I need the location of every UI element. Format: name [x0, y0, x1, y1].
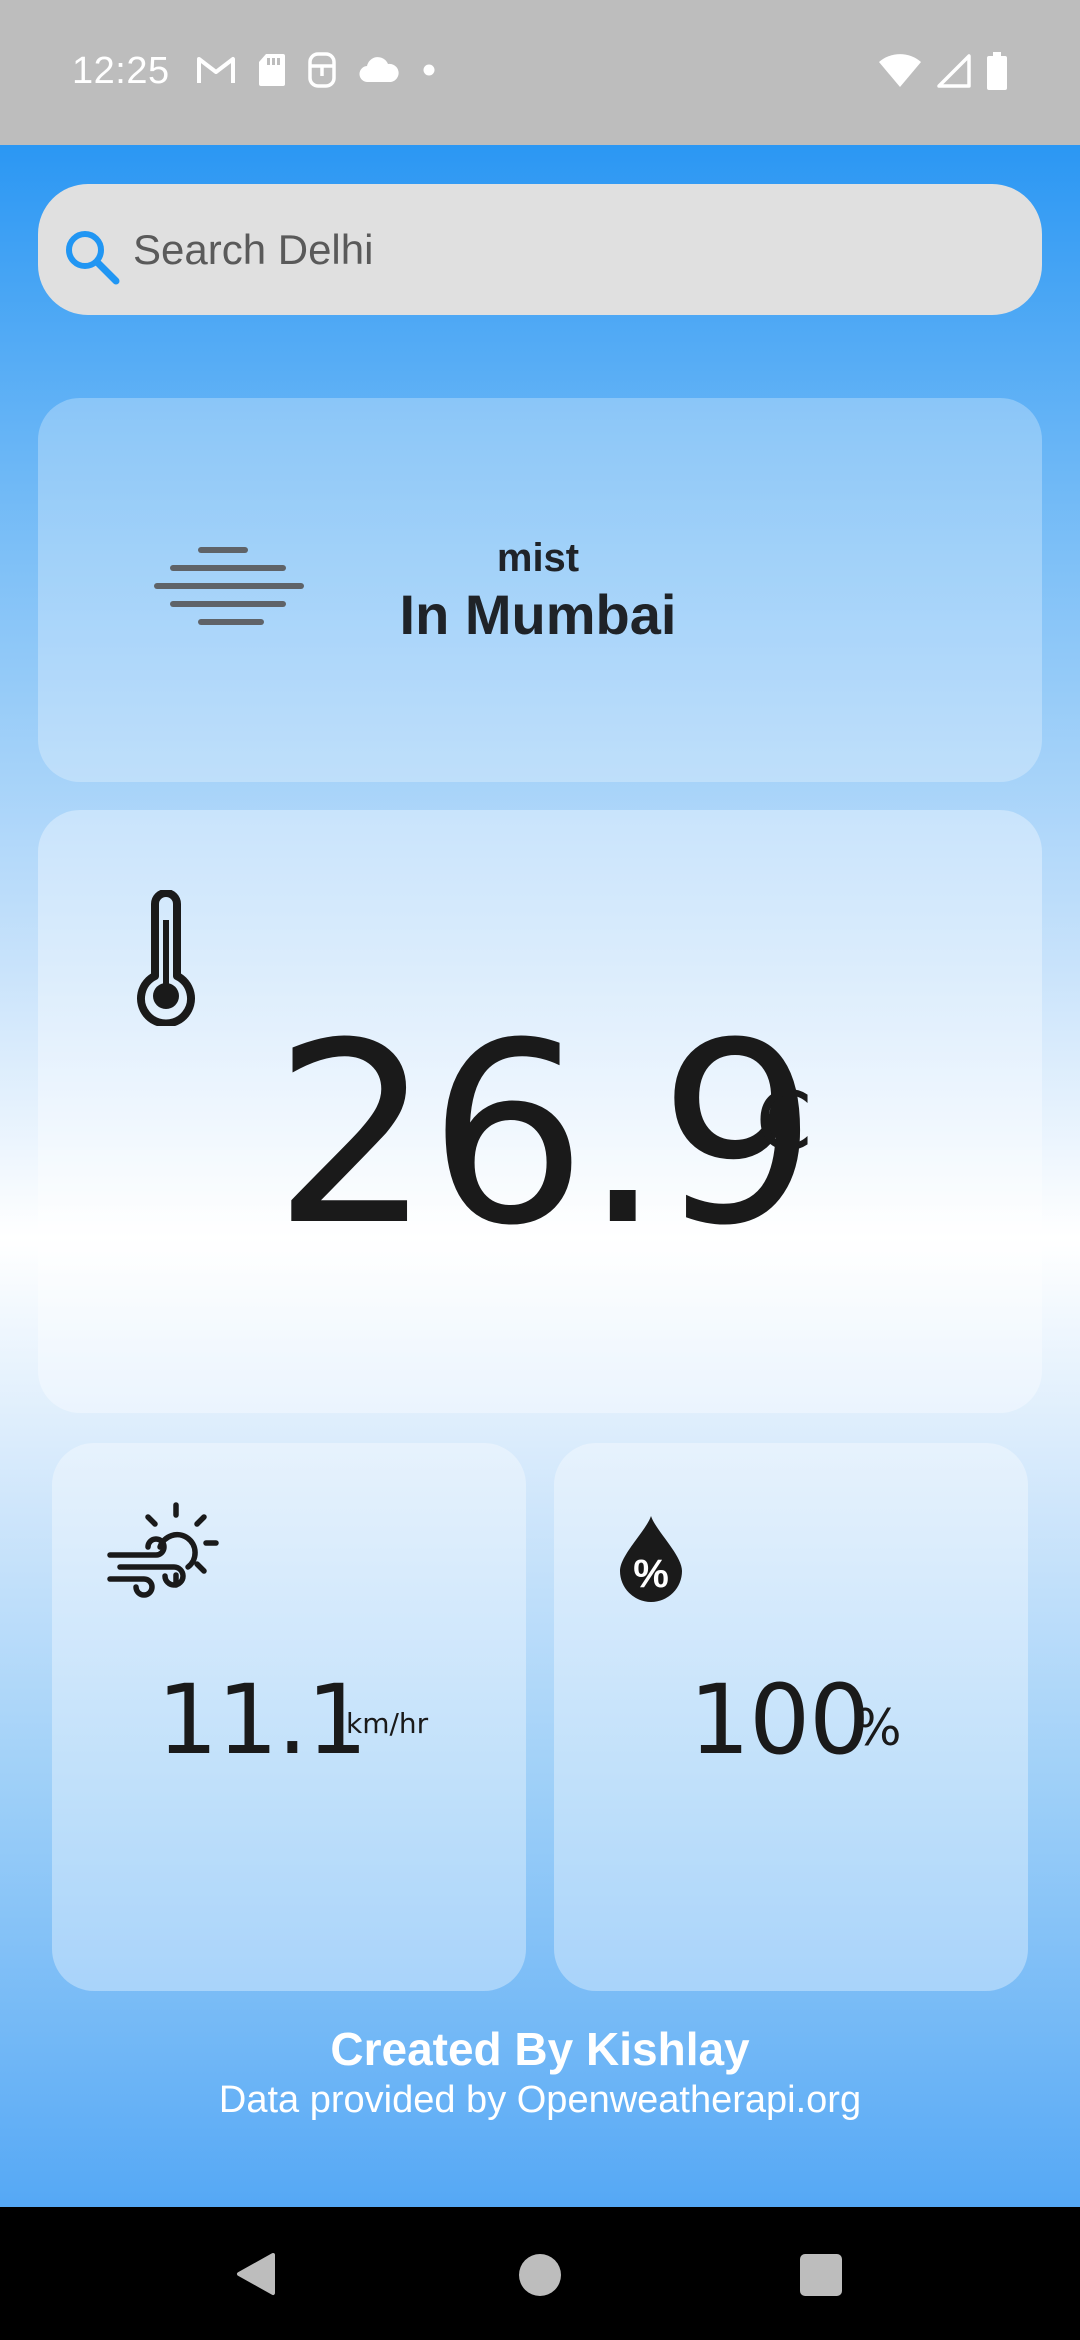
footer-credit: Created By Kishlay [330, 2023, 750, 2075]
search-bar[interactable] [38, 184, 1042, 315]
cloud-icon [359, 57, 399, 83]
mist-icon [154, 547, 304, 625]
navigation-bar [0, 2207, 1080, 2340]
cell-signal-icon [937, 54, 971, 88]
search-input[interactable] [133, 212, 993, 288]
recents-button[interactable] [800, 2254, 842, 2296]
wind-speed-value: 11.1 [157, 1664, 368, 1776]
condition-text: mist In Mumbai [373, 535, 703, 647]
security-icon [308, 52, 336, 88]
condition-location: In Mumbai [399, 583, 677, 646]
back-icon[interactable] [233, 2251, 279, 2297]
notification-icons [196, 52, 436, 88]
condition-card: mist In Mumbai [38, 398, 1042, 782]
humidity-drop-icon: % [620, 1516, 682, 1602]
status-time: 12:25 [72, 50, 170, 92]
humidity-unit: % [854, 1699, 902, 1757]
svg-text:%: % [633, 1552, 669, 1596]
temperature-unit: C [756, 1075, 812, 1168]
footer-data-source: Data provided by Openweatherapi.org [218, 2079, 862, 2121]
dot-icon [423, 64, 435, 76]
wind-sun-icon [107, 1502, 219, 1598]
weather-app: mist In Mumbai 26.9 C [0, 145, 1080, 2207]
home-button[interactable] [519, 2254, 561, 2296]
battery-icon [987, 52, 1007, 90]
gmail-icon [197, 57, 235, 83]
temperature-card: 26.9 C [38, 810, 1042, 1413]
status-bar: 12:25 [0, 0, 1080, 145]
thermometer-icon [137, 890, 195, 1026]
wind-speed-unit: km/hr [346, 1707, 429, 1740]
humidity-value: 100 [689, 1664, 870, 1776]
condition-description: mist [496, 536, 580, 580]
humidity-card: % 100 % [554, 1443, 1028, 1991]
wind-card: 11.1 km/hr [52, 1443, 526, 1991]
system-icons [878, 52, 1008, 90]
sd-card-icon [259, 54, 285, 86]
footer: Created By Kishlay Data provided by Open… [0, 2005, 1080, 2123]
temperature-value: 26.9 [273, 989, 818, 1280]
wifi-icon [879, 54, 921, 87]
search-icon[interactable] [58, 223, 126, 291]
